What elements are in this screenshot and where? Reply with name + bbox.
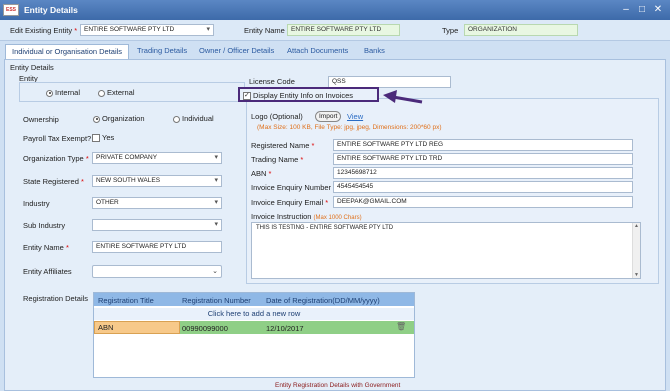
section-title: Entity Details bbox=[10, 63, 54, 72]
grid-header: Registration Title Registration Number D… bbox=[94, 293, 414, 306]
tab-banks[interactable]: Banks bbox=[358, 44, 391, 59]
logo-label: Logo (Optional) bbox=[251, 112, 303, 121]
radio-individual-icon bbox=[173, 115, 180, 123]
grid-col-number[interactable]: Registration Number bbox=[182, 296, 251, 305]
registered-name-label: Registered Name * bbox=[251, 141, 315, 150]
state-registered-select[interactable]: NEW SOUTH WALES bbox=[92, 175, 222, 187]
trading-name-field[interactable]: ENTIRE SOFTWARE PTY LTD TRD bbox=[333, 153, 633, 165]
invoice-instruction-label: Invoice Instruction (Max 1000 Chars) bbox=[251, 212, 362, 221]
top-entity-name-label: Entity Name bbox=[244, 26, 285, 35]
view-link[interactable]: View bbox=[347, 112, 363, 121]
ownership-label: Ownership bbox=[23, 115, 59, 124]
grid-col-date[interactable]: Date of Registration(DD/MM/yyyy) bbox=[266, 296, 380, 305]
registration-footer: Entity Registration Details with Governm… bbox=[275, 382, 401, 389]
enquiry-email-label: Invoice Enquiry Email * bbox=[251, 198, 329, 207]
tab-strip: Individual or Organisation Details Tradi… bbox=[0, 42, 670, 59]
payroll-label: Payroll Tax Exempt? bbox=[23, 134, 92, 143]
chevron-down-icon: ⌄ bbox=[212, 268, 218, 275]
row-title-cell[interactable]: ABN bbox=[94, 321, 180, 334]
display-entity-info-checkbox[interactable]: Display Entity Info on Invoices bbox=[243, 91, 353, 101]
logo-hint: (Max Size: 100 KB, File Type: jpg, jpeg,… bbox=[257, 124, 442, 131]
entity-group-box: Internal External bbox=[19, 82, 245, 102]
entity-name-field[interactable]: ENTIRE SOFTWARE PTY LTD bbox=[92, 241, 222, 253]
edit-existing-entity-select[interactable]: ENTIRE SOFTWARE PTY LTD bbox=[80, 24, 214, 36]
type-field: ORGANIZATION bbox=[464, 24, 578, 36]
delete-row-icon[interactable]: 🗑 bbox=[396, 322, 406, 331]
display-info-highlight: Display Entity Info on Invoices bbox=[238, 87, 379, 102]
invoice-instruction-textarea[interactable]: THIS IS TESTING - ENTIRE SOFTWARE PTY LT… bbox=[251, 222, 641, 279]
radio-internal-icon bbox=[46, 89, 53, 97]
maximize-button[interactable]: □ bbox=[636, 4, 648, 16]
radio-internal[interactable]: Internal bbox=[46, 88, 80, 97]
radio-external[interactable]: External bbox=[98, 88, 135, 97]
app-logo: ESS bbox=[3, 4, 19, 16]
sub-industry-label: Sub Industry bbox=[23, 221, 66, 230]
tab-trading-details[interactable]: Trading Details bbox=[131, 44, 193, 59]
row-date-cell[interactable]: 12/10/2017 bbox=[266, 324, 304, 333]
org-type-label: Organization Type * bbox=[23, 154, 89, 163]
add-row-button[interactable]: Click here to add a new row bbox=[94, 308, 414, 320]
display-info-check-icon bbox=[243, 91, 251, 101]
state-registered-label: State Registered * bbox=[23, 177, 84, 186]
enquiry-email-field[interactable]: DEEPAK@GMAIL.COM bbox=[333, 196, 633, 208]
close-button[interactable]: ✕ bbox=[652, 4, 664, 16]
grid-col-title[interactable]: Registration Title bbox=[98, 296, 154, 305]
annotation-arrow-icon bbox=[383, 90, 423, 104]
textarea-scrollbar[interactable]: ▲ ▼ bbox=[632, 223, 640, 278]
radio-organization[interactable]: Organization bbox=[93, 114, 145, 123]
scroll-up-icon[interactable]: ▲ bbox=[634, 223, 639, 229]
tab-owner-officer[interactable]: Owner / Officer Details bbox=[193, 44, 280, 59]
registration-details-label: Registration Details bbox=[23, 294, 89, 303]
top-entity-name-field: ENTIRE SOFTWARE PTY LTD bbox=[287, 24, 400, 36]
registered-name-field[interactable]: ENTIRE SOFTWARE PTY LTD REG bbox=[333, 139, 633, 151]
org-type-select[interactable]: PRIVATE COMPANY bbox=[92, 152, 222, 164]
import-button[interactable]: Import bbox=[315, 111, 342, 122]
abn-label: ABN * bbox=[251, 169, 272, 178]
edit-existing-label: Edit Existing Entity * bbox=[10, 26, 78, 35]
main-panel: Entity Details Entity Internal External … bbox=[4, 59, 666, 391]
radio-individual[interactable]: Individual bbox=[173, 114, 214, 123]
window-title: Entity Details bbox=[24, 5, 78, 15]
row-number-cell[interactable]: 00990099000 bbox=[182, 324, 228, 333]
registration-grid: Registration Title Registration Number D… bbox=[93, 292, 415, 378]
radio-organization-icon bbox=[93, 115, 100, 123]
title-bar: ESS Entity Details – □ ✕ bbox=[0, 0, 670, 20]
license-code-label: License Code bbox=[249, 77, 295, 86]
entity-affiliates-select[interactable]: ⌄ bbox=[92, 265, 222, 278]
payroll-yes-checkbox[interactable]: Yes bbox=[92, 133, 114, 143]
type-label: Type bbox=[442, 26, 459, 35]
payroll-checkbox-icon bbox=[92, 134, 100, 143]
minimize-button[interactable]: – bbox=[620, 4, 632, 16]
entity-name-label: Entity Name * bbox=[23, 243, 69, 252]
enquiry-number-label: Invoice Enquiry Number bbox=[251, 183, 332, 192]
tab-individual-organisation[interactable]: Individual or Organisation Details bbox=[5, 44, 130, 59]
scroll-down-icon[interactable]: ▼ bbox=[634, 272, 639, 278]
entity-select-bar: Edit Existing Entity * ENTIRE SOFTWARE P… bbox=[0, 20, 670, 41]
enquiry-number-field[interactable]: 4545454545 bbox=[333, 181, 633, 193]
trading-name-label: Trading Name * bbox=[251, 155, 304, 164]
tab-attach-documents[interactable]: Attach Documents bbox=[281, 44, 354, 59]
industry-label: Industry bbox=[23, 199, 50, 208]
industry-select[interactable]: OTHER bbox=[92, 197, 222, 209]
sub-industry-select[interactable] bbox=[92, 219, 222, 231]
abn-field[interactable]: 12345698712 bbox=[333, 167, 633, 179]
radio-external-icon bbox=[98, 89, 105, 97]
entity-affiliates-label: Entity Affiliates bbox=[23, 267, 72, 276]
table-row[interactable]: ABN 00990099000 12/10/2017 🗑 bbox=[94, 321, 414, 334]
